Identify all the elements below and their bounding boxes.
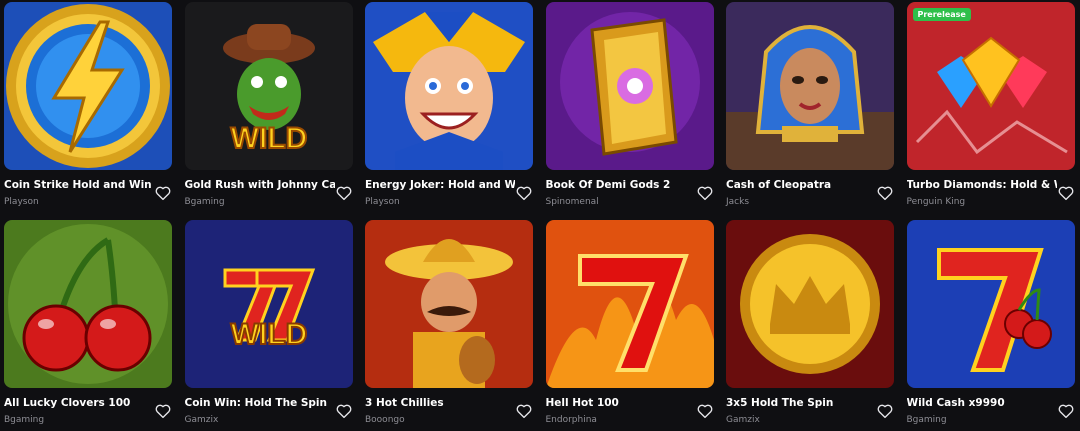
heart-outline-icon[interactable] xyxy=(154,184,172,202)
game-card[interactable]: WILD Gold Rush with Johnny Cash Bgaming xyxy=(184,2,353,212)
game-title[interactable]: Book Of Demi Gods 2 xyxy=(546,179,696,191)
game-card[interactable]: 3x5 Hold The Spin Gamzix xyxy=(726,219,894,430)
prerelease-badge: Prerelease xyxy=(912,8,971,21)
game-provider: Bgaming xyxy=(184,197,225,207)
game-card[interactable]: Prerelease Turbo Diamonds: Hold & Win Peng… xyxy=(906,2,1075,212)
game-card[interactable]: Hell Hot 100 Endorphina xyxy=(545,219,714,430)
seven-wild-artwork: WILD xyxy=(184,219,353,388)
game-card[interactable]: Coin Strike Hold and Win Playson xyxy=(4,2,172,212)
game-title[interactable]: Gold Rush with Johnny Cash xyxy=(185,179,335,191)
heart-outline-icon[interactable] xyxy=(876,184,894,202)
game-thumbnail[interactable] xyxy=(365,219,533,388)
game-card[interactable]: Cash of Cleopatra Jacks xyxy=(726,2,894,212)
heart-outline-icon[interactable] xyxy=(696,402,714,420)
game-card[interactable]: Wild Cash x9990 Bgaming xyxy=(906,219,1075,430)
golden-book-artwork xyxy=(545,2,714,170)
game-provider: Spinomenal xyxy=(545,197,599,207)
game-card[interactable]: Book Of Demi Gods 2 Spinomenal xyxy=(545,2,714,212)
heart-outline-icon[interactable] xyxy=(876,402,894,420)
game-thumbnail[interactable] xyxy=(4,2,172,170)
seven-cherry-artwork xyxy=(906,219,1075,388)
game-title[interactable]: Hell Hot 100 xyxy=(546,397,696,409)
cherries-artwork xyxy=(4,219,172,388)
game-title[interactable]: 3 Hot Chillies xyxy=(365,397,515,409)
game-provider: Jacks xyxy=(726,197,750,207)
game-title[interactable]: Coin Strike Hold and Win xyxy=(4,179,154,191)
game-thumbnail[interactable] xyxy=(4,219,172,388)
game-title[interactable]: Coin Win: Hold The Spin xyxy=(185,397,335,409)
fire-seven-artwork xyxy=(545,219,714,388)
game-provider: Endorphina xyxy=(545,414,597,425)
heart-outline-icon[interactable] xyxy=(335,402,353,420)
svg-text:WILD: WILD xyxy=(230,318,307,351)
game-card[interactable]: All Lucky Clovers 100 Bgaming xyxy=(4,219,172,430)
game-provider: Playson xyxy=(365,197,400,207)
game-provider: Gamzix xyxy=(184,414,219,425)
heart-outline-icon[interactable] xyxy=(696,184,714,202)
heart-outline-icon[interactable] xyxy=(1057,402,1075,420)
game-provider: Gamzix xyxy=(726,414,760,425)
game-provider: Booongo xyxy=(365,414,405,425)
game-thumbnail[interactable] xyxy=(726,2,894,170)
heart-outline-icon[interactable] xyxy=(335,184,353,202)
game-title[interactable]: Cash of Cleopatra xyxy=(726,179,876,191)
game-thumbnail[interactable] xyxy=(545,219,714,388)
joker-artwork xyxy=(365,2,533,170)
heart-outline-icon[interactable] xyxy=(515,184,533,202)
game-thumbnail[interactable] xyxy=(365,2,533,170)
diamonds-artwork xyxy=(906,2,1075,170)
cactus-wild-artwork: WILD xyxy=(184,2,353,170)
crown-coin-artwork xyxy=(726,219,894,388)
game-thumbnail[interactable]: WILD xyxy=(184,219,353,388)
game-grid: Coin Strike Hold and Win Playson WILD Gold… xyxy=(0,0,1080,431)
game-thumbnail[interactable]: WILD xyxy=(184,2,353,170)
game-title[interactable]: 3x5 Hold The Spin xyxy=(726,397,876,409)
lightning-coin-artwork xyxy=(4,2,172,170)
game-thumbnail[interactable]: Prerelease xyxy=(906,2,1075,170)
heart-outline-icon[interactable] xyxy=(1057,184,1075,202)
game-title[interactable]: Wild Cash x9990 xyxy=(907,397,1057,409)
game-thumbnail[interactable] xyxy=(545,2,714,170)
game-thumbnail[interactable] xyxy=(906,219,1075,388)
game-title[interactable]: Energy Joker: Hold and Win xyxy=(365,179,515,191)
game-card[interactable]: Energy Joker: Hold and Win Playson xyxy=(365,2,533,212)
cleopatra-artwork xyxy=(726,2,894,170)
game-provider: Bgaming xyxy=(906,414,947,425)
game-provider: Penguin King xyxy=(906,197,966,207)
mariachi-artwork xyxy=(365,219,533,388)
game-title[interactable]: Turbo Diamonds: Hold & Win xyxy=(907,179,1057,191)
game-card[interactable]: 3 Hot Chillies Booongo xyxy=(365,219,533,430)
heart-outline-icon[interactable] xyxy=(515,402,533,420)
game-thumbnail[interactable] xyxy=(726,219,894,388)
game-card[interactable]: WILD Coin Win: Hold The Spin Gamzix xyxy=(184,219,353,430)
svg-text:WILD: WILD xyxy=(230,122,307,155)
game-provider: Bgaming xyxy=(4,414,45,425)
game-title[interactable]: All Lucky Clovers 100 xyxy=(4,397,154,409)
game-provider: Playson xyxy=(4,197,39,207)
heart-outline-icon[interactable] xyxy=(154,402,172,420)
